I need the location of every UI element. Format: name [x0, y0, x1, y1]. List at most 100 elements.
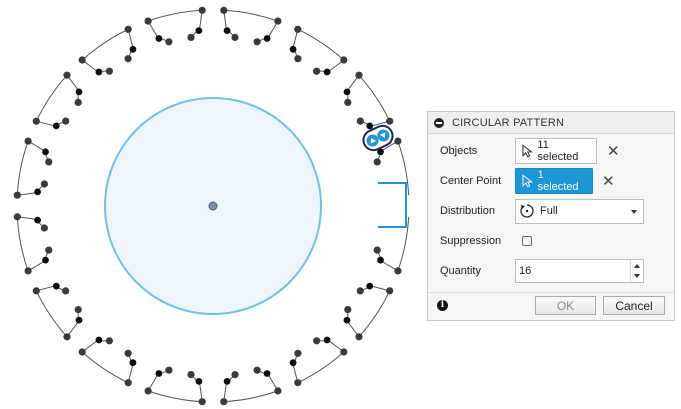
sketch-point[interactable] — [42, 256, 49, 264]
sketch-point[interactable] — [394, 137, 402, 145]
sketch-point[interactable] — [294, 55, 302, 63]
sketch-point[interactable] — [155, 370, 163, 377]
sketch-point[interactable] — [253, 366, 261, 374]
sketch-point[interactable] — [75, 88, 83, 96]
sketch-point[interactable] — [355, 333, 363, 341]
sketch-point[interactable] — [45, 246, 53, 254]
sketch-point[interactable] — [377, 256, 384, 264]
sketch-point[interactable] — [24, 137, 32, 145]
outer-arc-segment[interactable] — [358, 74, 391, 122]
sketch-point[interactable] — [223, 27, 231, 34]
sketch-point[interactable] — [195, 27, 203, 34]
outer-arc-segment[interactable] — [297, 28, 345, 61]
quantity-stepper[interactable]: 16 — [515, 259, 644, 283]
outer-arc-segment[interactable] — [358, 290, 391, 338]
outer-arc-segment[interactable] — [81, 351, 129, 384]
outer-arc-segment[interactable] — [35, 290, 68, 338]
sketch-point[interactable] — [42, 148, 49, 156]
sketch-point[interactable] — [263, 370, 271, 377]
sketch-point[interactable] — [52, 122, 60, 130]
sketch-point[interactable] — [366, 282, 374, 290]
outer-arc-segment[interactable] — [397, 216, 410, 272]
sketch-point[interactable] — [323, 68, 331, 76]
decrement-icon[interactable] — [634, 274, 640, 278]
sketch-point[interactable] — [294, 379, 302, 387]
sketch-point[interactable] — [78, 56, 86, 64]
sketch-point[interactable] — [74, 306, 82, 314]
sketch-point[interactable] — [63, 333, 71, 341]
sketch-point[interactable] — [355, 71, 363, 79]
sketch-point[interactable] — [95, 68, 103, 76]
sketch-point[interactable] — [105, 67, 113, 75]
center-point-select-button[interactable]: 1 selected — [515, 168, 593, 194]
sketch-point[interactable] — [32, 117, 40, 125]
sketch-point[interactable] — [274, 17, 282, 25]
sketch-point[interactable] — [386, 287, 394, 295]
sketch-point[interactable] — [187, 371, 195, 379]
sketch-point[interactable] — [289, 359, 297, 367]
sketch-point[interactable] — [313, 337, 321, 345]
sketch-point[interactable] — [40, 224, 49, 232]
clear-center-point-icon[interactable]: ✕ — [602, 174, 615, 189]
outer-arc-segment[interactable] — [223, 390, 279, 403]
center-point[interactable] — [208, 201, 218, 211]
sketch-point[interactable] — [340, 56, 348, 64]
sketch-point[interactable] — [253, 38, 261, 46]
outer-arc-segment[interactable] — [147, 9, 203, 22]
sketch-point[interactable] — [124, 349, 132, 357]
sketch-point[interactable] — [220, 398, 228, 406]
sketch-point[interactable] — [343, 316, 351, 324]
sketch-point[interactable] — [144, 17, 152, 25]
sketch-point[interactable] — [373, 246, 381, 254]
outer-arc-segment[interactable] — [16, 216, 29, 272]
ok-button[interactable]: OK — [535, 296, 596, 315]
sketch-point[interactable] — [195, 378, 203, 385]
sketch-point[interactable] — [155, 35, 163, 42]
outer-arc-segment[interactable] — [147, 390, 203, 403]
sketch-point[interactable] — [394, 267, 402, 275]
outer-arc-segment[interactable] — [81, 28, 129, 61]
sketch-point[interactable] — [62, 117, 70, 125]
sketch-point[interactable] — [231, 33, 239, 42]
sketch-point[interactable] — [165, 38, 173, 46]
sketch-point[interactable] — [356, 117, 364, 125]
sketch-point[interactable] — [45, 158, 53, 166]
sketch-point[interactable] — [124, 379, 132, 387]
sketch-point[interactable] — [386, 117, 394, 125]
outer-arc-segment[interactable] — [397, 140, 410, 196]
sketch-point[interactable] — [289, 45, 297, 53]
sketch-point[interactable] — [356, 287, 364, 295]
outer-arc-segment[interactable] — [297, 351, 345, 384]
sketch-point[interactable] — [343, 88, 351, 96]
dialog-header[interactable]: CIRCULAR PATTERN — [428, 112, 674, 134]
sketch-point[interactable] — [323, 336, 331, 344]
move-manipulator[interactable] — [360, 123, 396, 154]
outer-arc-segment[interactable] — [35, 74, 68, 122]
suppression-checkbox[interactable] — [522, 236, 532, 246]
sketch-point[interactable] — [366, 122, 374, 130]
sketch-point[interactable] — [220, 6, 228, 14]
collapse-icon[interactable] — [434, 117, 444, 128]
sketch-point[interactable] — [223, 378, 231, 385]
sketch-point[interactable] — [78, 348, 86, 356]
distribution-dropdown[interactable]: Full — [515, 198, 644, 224]
sketch-point[interactable] — [294, 349, 302, 357]
clear-objects-icon[interactable]: ✕ — [607, 144, 620, 159]
sketch-point[interactable] — [13, 191, 21, 199]
sketch-point[interactable] — [105, 337, 113, 345]
outer-arc-segment[interactable] — [223, 9, 279, 22]
sketch-point[interactable] — [165, 366, 173, 374]
quantity-value[interactable]: 16 — [519, 265, 531, 277]
selected-slot-profile[interactable] — [378, 182, 407, 228]
quantity-spinner[interactable] — [630, 260, 643, 282]
sketch-point[interactable] — [344, 306, 352, 314]
sketch-point[interactable] — [52, 282, 60, 290]
sketch-point[interactable] — [75, 316, 83, 324]
outer-arc-segment[interactable] — [16, 140, 29, 196]
sketch-point[interactable] — [198, 398, 206, 406]
sketch-point[interactable] — [144, 387, 152, 395]
info-icon[interactable]: i — [437, 300, 448, 311]
sketch-point[interactable] — [124, 25, 132, 33]
sketch-point[interactable] — [340, 348, 348, 356]
sketch-point[interactable] — [129, 359, 137, 367]
